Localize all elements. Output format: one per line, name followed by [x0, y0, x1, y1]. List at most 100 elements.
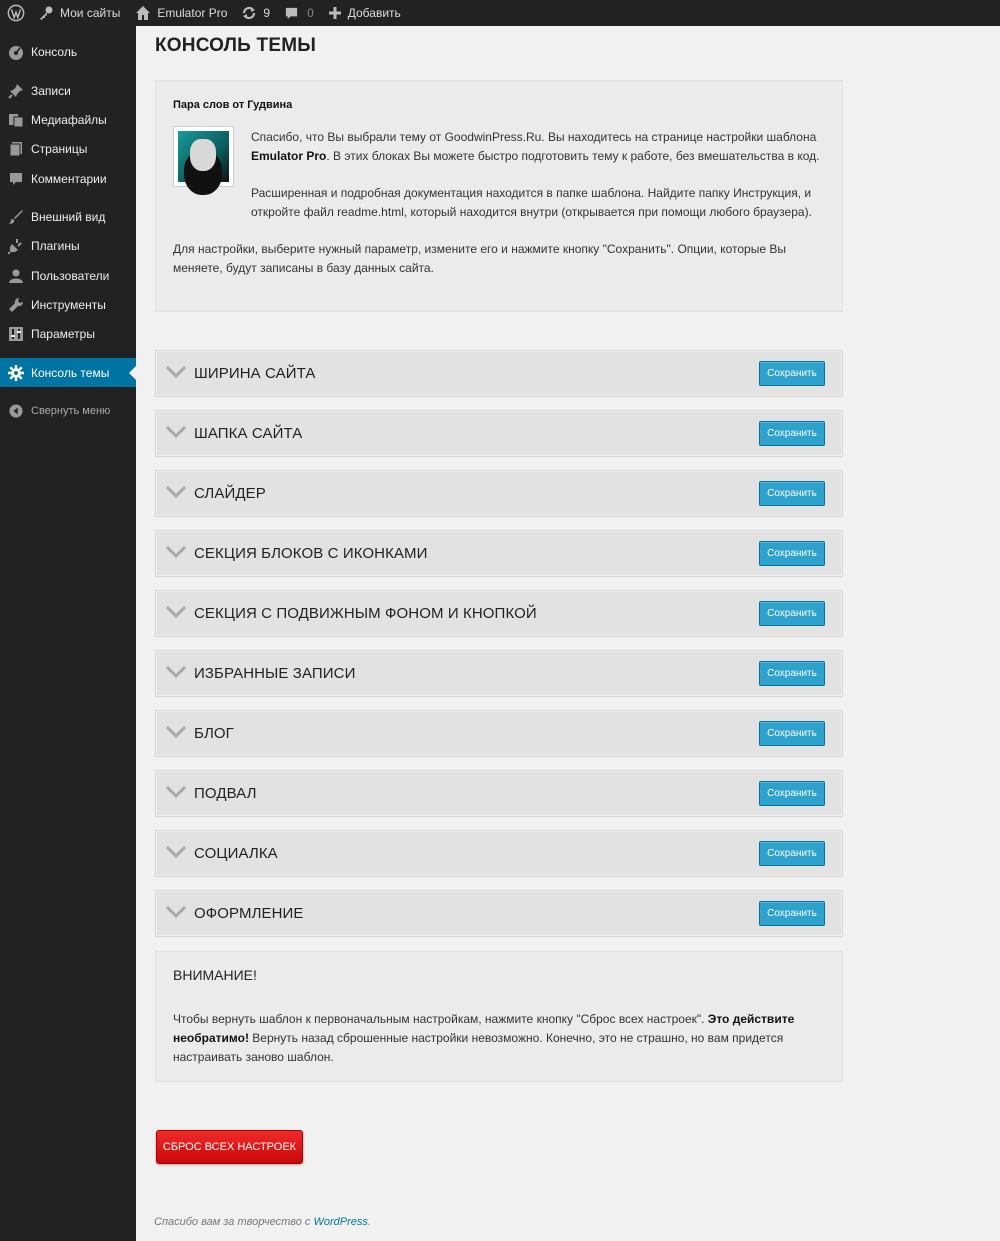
sidebar-item-comments[interactable]: Комментарии	[0, 164, 136, 193]
save-button[interactable]: Сохранить	[759, 661, 825, 686]
section-title[interactable]: ИЗБРАННЫЕ ЗАПИСИ	[194, 665, 355, 682]
settings-section[interactable]: ШАПКА САЙТА Сохранить	[155, 410, 843, 457]
settings-section[interactable]: СЛАЙДЕР Сохранить	[155, 470, 843, 517]
comment-icon	[284, 6, 299, 21]
warning-title: ВНИМАНИЕ!	[173, 967, 257, 983]
avatar	[173, 126, 234, 187]
settings-section[interactable]: СОЦИАЛКА Сохранить	[155, 830, 843, 877]
plugin-icon	[8, 238, 24, 254]
sidebar-item-label: Страницы	[31, 141, 88, 156]
save-button[interactable]: Сохранить	[759, 361, 825, 386]
sidebar-item-media[interactable]: Медиафайлы	[0, 105, 136, 134]
chevron-down-icon[interactable]	[165, 545, 187, 564]
settings-section[interactable]: ОФОРМЛЕНИЕ Сохранить	[155, 890, 843, 937]
chevron-down-icon[interactable]	[165, 905, 187, 924]
sidebar-item-label: Пользователи	[31, 268, 110, 283]
appearance-icon	[8, 209, 24, 225]
sidebar-item-label: Инструменты	[31, 297, 106, 312]
section-title[interactable]: СЛАЙДЕР	[194, 485, 266, 502]
settings-section[interactable]: БЛОГ Сохранить	[155, 710, 843, 757]
site-name-label: Emulator Pro	[157, 6, 228, 20]
chevron-down-icon[interactable]	[165, 365, 187, 384]
section-title[interactable]: БЛОГ	[194, 725, 234, 742]
my-sites-label: Мои сайты	[60, 6, 121, 20]
page-title: КОНСОЛЬ ТЕМЫ	[155, 35, 317, 56]
intro-box: Пара слов от Гудвина Спасибо, что Вы выб…	[155, 80, 843, 312]
chevron-down-icon[interactable]	[165, 845, 187, 864]
warning-box: ВНИМАНИЕ! Чтобы вернуть шаблон к первона…	[155, 951, 843, 1082]
save-button[interactable]: Сохранить	[759, 841, 825, 866]
sidebar-item-label: Консоль темы	[31, 365, 110, 380]
section-title[interactable]: ПОДВАЛ	[194, 785, 257, 802]
settings-section[interactable]: ИЗБРАННЫЕ ЗАПИСИ Сохранить	[155, 650, 843, 697]
sidebar-item-users[interactable]: Пользователи	[0, 261, 136, 290]
admin-bar: Мои сайты Emulator Pro 9 0 Добавить	[0, 0, 1000, 26]
comments-count: 0	[307, 6, 314, 20]
chevron-down-icon[interactable]	[165, 785, 187, 804]
save-button[interactable]: Сохранить	[759, 781, 825, 806]
chevron-down-icon[interactable]	[165, 425, 187, 444]
sidebar-item-tools[interactable]: Инструменты	[0, 290, 136, 319]
warning-text: Чтобы вернуть шаблон к первоначальным на…	[173, 1012, 795, 1064]
sidebar-item-settings[interactable]: Параметры	[0, 319, 136, 348]
section-title[interactable]: ШАПКА САЙТА	[194, 425, 302, 442]
settings-icon	[8, 326, 24, 342]
footer-credit: Спасибо вам за творчество с WordPress.	[154, 1216, 371, 1228]
intro-paragraph: Спасибо, что Вы выбрали тему от GoodwinP…	[251, 130, 820, 163]
wordpress-logo-icon[interactable]	[0, 0, 32, 26]
plus-icon	[328, 6, 342, 20]
save-button[interactable]: Сохранить	[759, 541, 825, 566]
section-title[interactable]: ШИРИНА САЙТА	[194, 365, 315, 382]
save-button[interactable]: Сохранить	[759, 601, 825, 626]
chevron-down-icon[interactable]	[165, 725, 187, 744]
admin-sidebar: Консоль Записи Медиафайлы Страницы Комме…	[0, 26, 136, 1241]
intro-paragraph-settings: Для настройки, выберите нужный параметр,…	[173, 242, 786, 275]
save-button[interactable]: Сохранить	[759, 421, 825, 446]
add-new-menu[interactable]: Добавить	[328, 0, 401, 26]
sidebar-item-label: Медиафайлы	[31, 112, 107, 127]
settings-section[interactable]: ШИРИНА САЙТА Сохранить	[155, 350, 843, 397]
pages-icon	[8, 141, 24, 157]
chevron-down-icon[interactable]	[165, 665, 187, 684]
comments-menu[interactable]: 0	[284, 0, 314, 26]
sidebar-item-label: Плагины	[31, 238, 80, 253]
section-title[interactable]: СЕКЦИЯ С ПОДВИЖНЫМ ФОНОМ И КНОПКОЙ	[194, 605, 537, 622]
sidebar-item-label: Свернуть меню	[31, 404, 111, 417]
refresh-icon	[241, 5, 257, 21]
collapse-menu-button[interactable]: Свернуть меню	[0, 396, 136, 425]
tools-icon	[8, 297, 24, 313]
section-title[interactable]: ОФОРМЛЕНИЕ	[194, 905, 304, 922]
sidebar-item-dashboard[interactable]: Консоль	[0, 37, 136, 66]
media-icon	[8, 112, 24, 128]
sidebar-item-appearance[interactable]: Внешний вид	[0, 202, 136, 231]
save-button[interactable]: Сохранить	[759, 901, 825, 926]
chevron-down-icon[interactable]	[165, 485, 187, 504]
settings-section[interactable]: ПОДВАЛ Сохранить	[155, 770, 843, 817]
section-title[interactable]: СЕКЦИЯ БЛОКОВ С ИКОНКАМИ	[194, 545, 428, 562]
site-name-menu[interactable]: Emulator Pro	[135, 0, 227, 26]
sidebar-item-theme-console[interactable]: Консоль темы	[0, 358, 136, 387]
users-icon	[8, 268, 24, 284]
settings-section[interactable]: СЕКЦИЯ С ПОДВИЖНЫМ ФОНОМ И КНОПКОЙ Сохра…	[155, 590, 843, 637]
wordpress-link[interactable]: WordPress	[313, 1216, 367, 1228]
section-title[interactable]: СОЦИАЛКА	[194, 845, 278, 862]
sidebar-item-label: Комментарии	[31, 171, 107, 186]
updates-menu[interactable]: 9	[241, 0, 270, 26]
sidebar-item-label: Записи	[31, 83, 71, 98]
sidebar-item-label: Внешний вид	[31, 209, 106, 224]
pin-icon	[8, 83, 24, 99]
sidebar-item-plugins[interactable]: Плагины	[0, 231, 136, 260]
save-button[interactable]: Сохранить	[759, 721, 825, 746]
settings-section[interactable]: СЕКЦИЯ БЛОКОВ С ИКОНКАМИ Сохранить	[155, 530, 843, 577]
my-sites-menu[interactable]: Мои сайты	[38, 0, 120, 26]
home-icon	[135, 5, 151, 21]
save-button[interactable]: Сохранить	[759, 481, 825, 506]
sidebar-item-pages[interactable]: Страницы	[0, 134, 136, 163]
intro-paragraph-docs: Расширенная и подробная документация нах…	[251, 186, 812, 219]
chevron-down-icon[interactable]	[165, 605, 187, 624]
dashboard-icon	[8, 44, 24, 60]
collapse-icon	[8, 403, 24, 419]
reset-all-settings-button[interactable]: СБРОС ВСЕХ НАСТРОЕК	[156, 1130, 303, 1164]
sidebar-item-label: Консоль	[31, 44, 78, 59]
sidebar-item-posts[interactable]: Записи	[0, 76, 136, 105]
